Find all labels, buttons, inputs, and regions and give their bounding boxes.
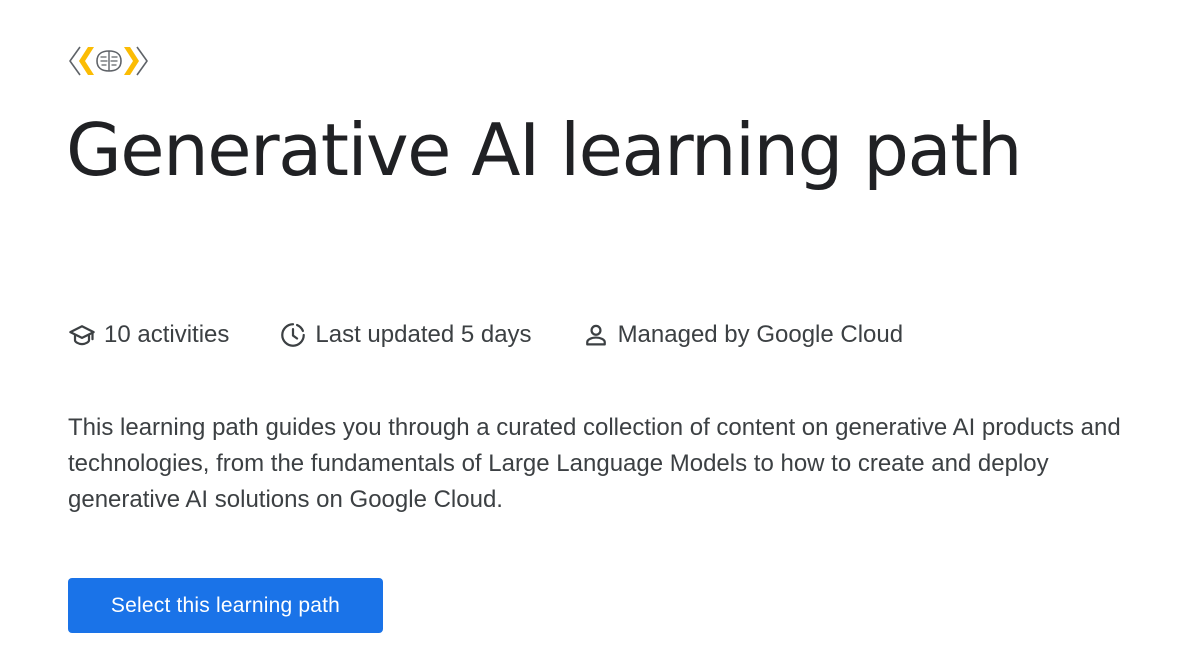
select-learning-path-button[interactable]: Select this learning path: [68, 578, 383, 633]
clock-icon: [279, 321, 307, 349]
meta-activities: 10 activities: [68, 321, 229, 349]
page-title: Generative AI learning path: [66, 108, 1022, 192]
managed-by-label: Managed by Google Cloud: [617, 321, 904, 348]
last-updated-label: Last updated 5 days: [315, 321, 532, 348]
graduation-cap-icon: [68, 321, 96, 349]
person-icon: [582, 321, 610, 349]
meta-row: 10 activities Last updated 5 days Manage…: [68, 316, 903, 354]
meta-updated: Last updated 5 days: [279, 321, 532, 349]
meta-managed: Managed by Google Cloud: [582, 321, 904, 349]
path-description: This learning path guides you through a …: [68, 414, 1121, 513]
gen-ai-brain-logo-icon: [67, 44, 151, 78]
activities-count: 10 activities: [104, 321, 230, 348]
